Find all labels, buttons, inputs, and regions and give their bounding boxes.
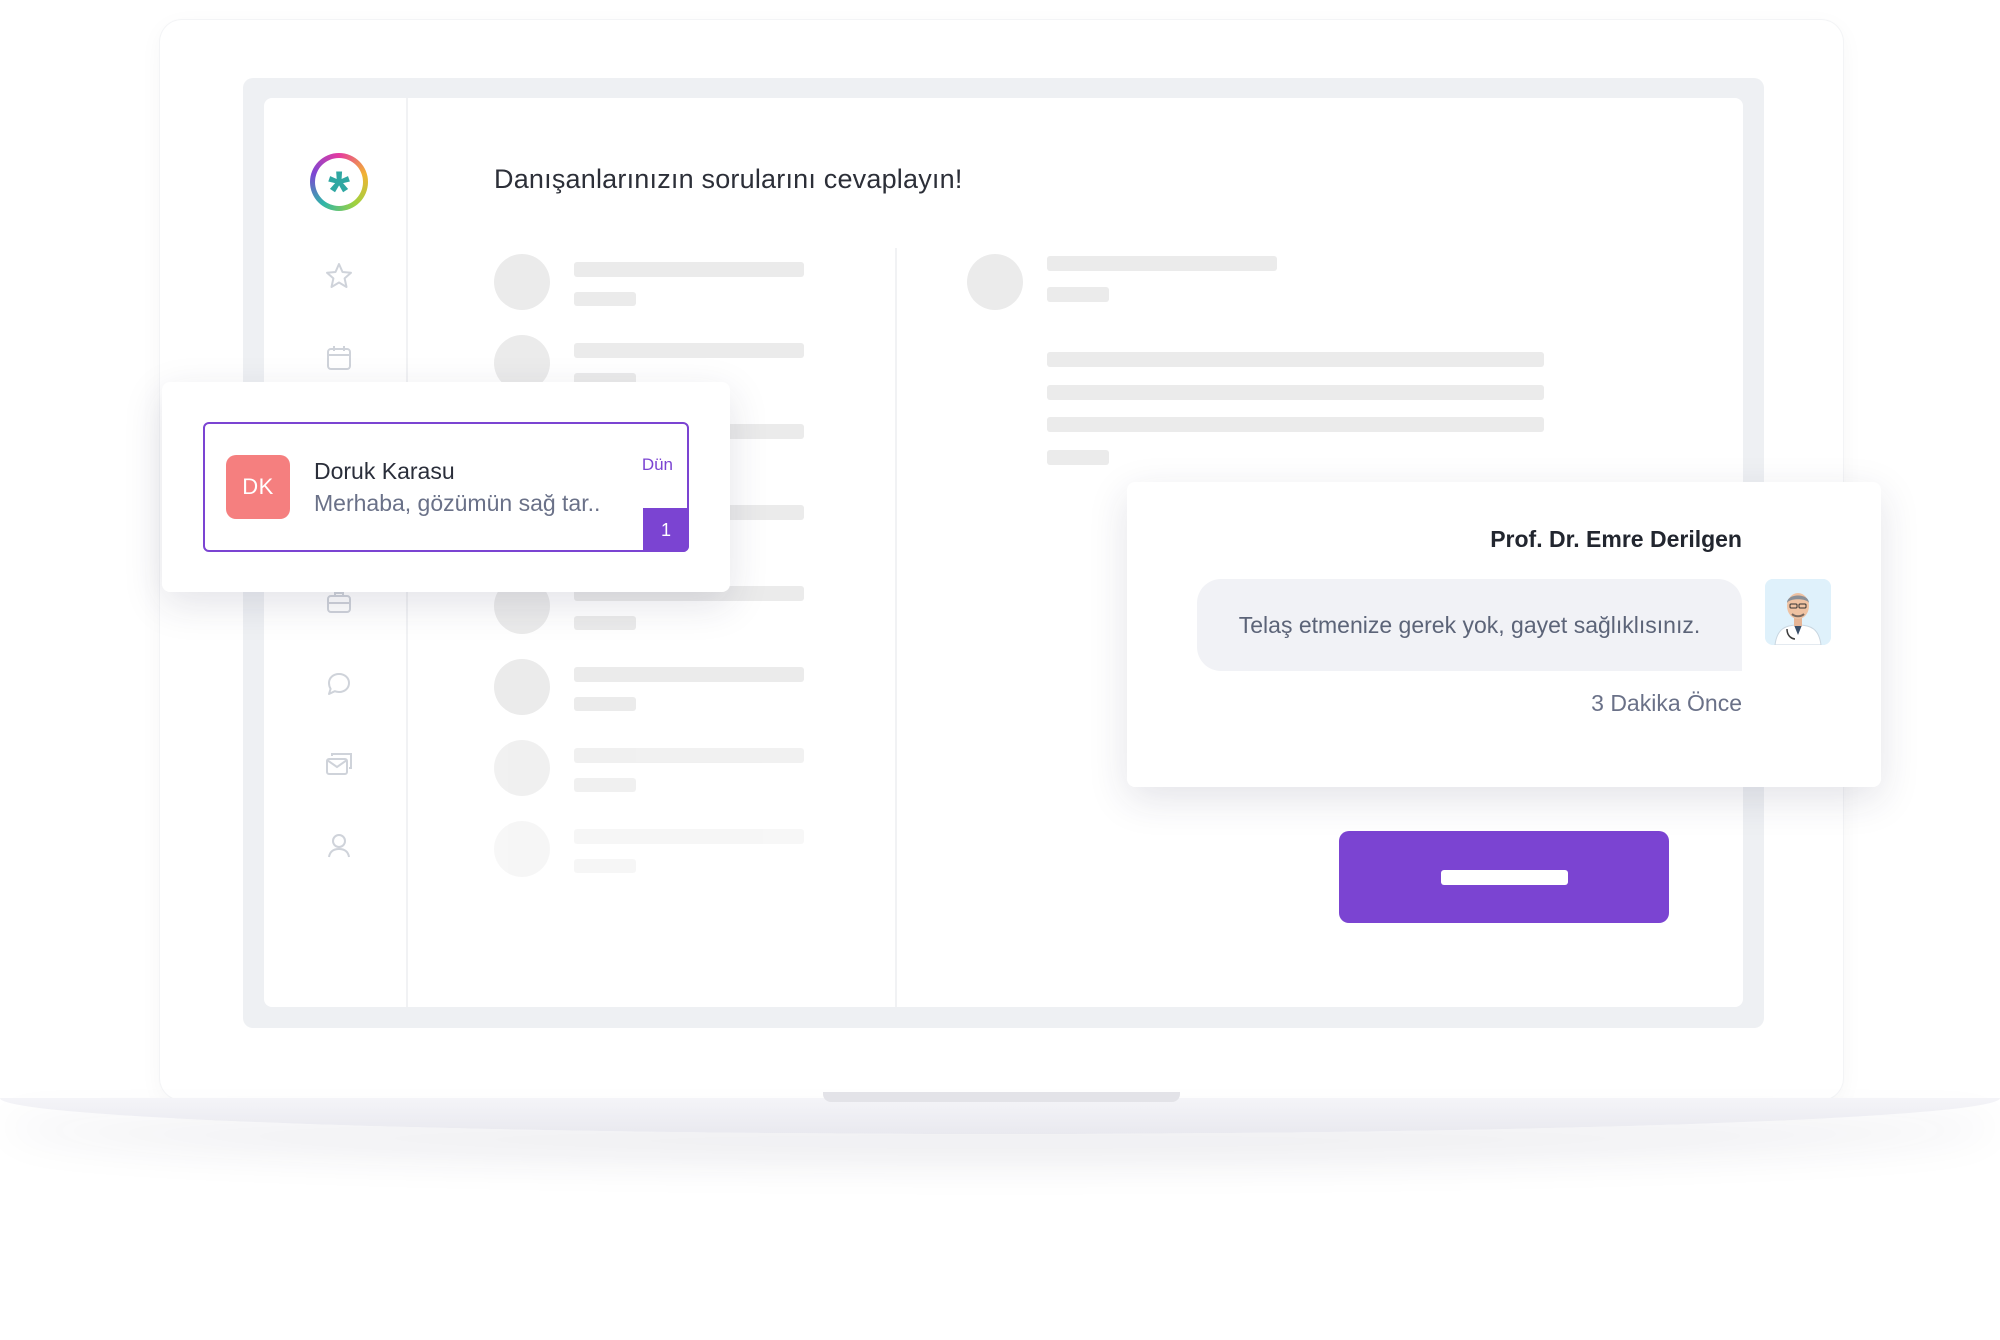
page-title: Danışanlarınızın sorularını cevaplayın!: [494, 164, 963, 194]
doctor-avatar: [1765, 579, 1831, 645]
chat-icon[interactable]: [323, 668, 355, 700]
laptop-notch: [823, 1092, 1180, 1102]
skeleton-line: [574, 697, 636, 711]
asterisk-logo[interactable]: *: [310, 153, 368, 219]
conversation-item-selected[interactable]: DK Doruk Karasu Merhaba, gözümün sağ tar…: [203, 422, 689, 552]
skeleton-avatar: [494, 659, 550, 715]
user-icon[interactable]: [323, 830, 355, 862]
message-time: Dün: [641, 455, 673, 474]
skeleton-line: [574, 343, 804, 358]
doctor-name: Prof. Dr. Emre Derilgen: [1490, 526, 1742, 552]
list-item[interactable]: [494, 821, 814, 881]
list-item[interactable]: [494, 740, 814, 800]
skeleton-avatar: [494, 740, 550, 796]
reply-card: Prof. Dr. Emre Derilgen Telaş etmenize g…: [1127, 482, 1881, 787]
skeleton-avatar: [967, 254, 1023, 310]
message-preview: Merhaba, gözümün sağ tar..: [314, 490, 601, 516]
skeleton-line: [1047, 287, 1109, 302]
skeleton-line: [1047, 450, 1109, 465]
message-preview-card: DK Doruk Karasu Merhaba, gözümün sağ tar…: [162, 382, 730, 592]
logo-asterisk-icon: *: [315, 158, 363, 219]
calendar-icon[interactable]: [323, 342, 355, 374]
skeleton-line: [1047, 352, 1544, 367]
avatar: DK: [226, 455, 290, 519]
skeleton-line: [574, 778, 636, 792]
list-item[interactable]: [494, 659, 814, 719]
skeleton-line: [1047, 417, 1544, 432]
skeleton-avatar: [494, 821, 550, 877]
sender-name: Doruk Karasu: [314, 458, 455, 484]
button-label-placeholder: [1440, 869, 1568, 885]
skeleton-line: [574, 292, 636, 306]
messages-icon[interactable]: [323, 748, 355, 780]
message-timestamp: 3 Dakika Önce: [1591, 690, 1742, 716]
skeleton-line: [574, 667, 804, 682]
star-icon[interactable]: [323, 260, 355, 292]
skeleton-line: [574, 829, 804, 844]
skeleton-line: [1047, 256, 1277, 271]
list-item[interactable]: [494, 254, 814, 314]
laptop-base: [0, 1098, 2000, 1134]
column-divider: [895, 248, 897, 1007]
skeleton-line: [574, 262, 804, 277]
skeleton-line: [574, 859, 636, 873]
skeleton-line: [574, 616, 636, 630]
skeleton-avatar: [494, 254, 550, 310]
skeleton-line: [574, 748, 804, 763]
reply-bubble: Telaş etmenize gerek yok, gayet sağlıklı…: [1197, 579, 1742, 671]
skeleton-line: [1047, 385, 1544, 400]
send-button[interactable]: [1339, 831, 1669, 923]
unread-badge: 1: [643, 508, 689, 552]
